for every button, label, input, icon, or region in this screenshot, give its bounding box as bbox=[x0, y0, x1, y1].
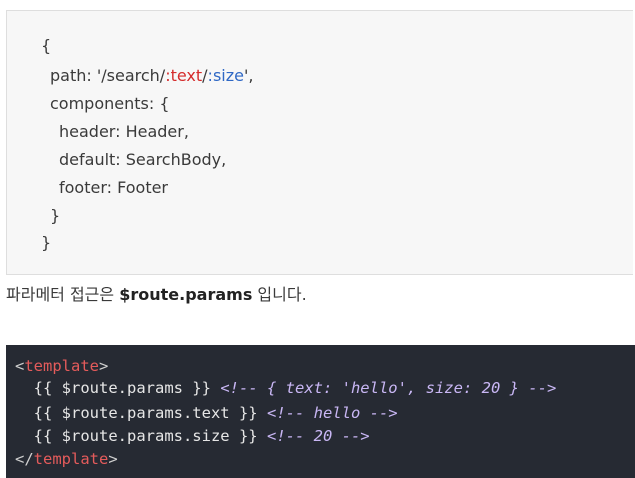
description-prefix: 파라메터 접근은 bbox=[6, 285, 120, 304]
description-text: 파라메터 접근은 $route.params 입니다. bbox=[6, 285, 307, 305]
code-comment: <!-- hello --> bbox=[266, 404, 398, 422]
description-suffix: 입니다. bbox=[252, 285, 307, 304]
tag-name: template bbox=[24, 357, 99, 375]
code-text: path: '/search/ bbox=[50, 66, 166, 85]
template-expression: {{ $route.params }} bbox=[33, 379, 211, 397]
template-expression: {{ $route.params.text }} bbox=[33, 404, 258, 422]
code-line: } bbox=[50, 206, 60, 226]
code-line: {{ $route.params.text }} <!-- hello --> bbox=[15, 402, 398, 424]
code-line: {{ $route.params.size }} <!-- 20 --> bbox=[15, 425, 370, 447]
code-text: header: Header, bbox=[59, 122, 189, 141]
code-line: footer: Footer bbox=[59, 178, 168, 198]
tag-name: template bbox=[33, 450, 109, 468]
code-line-open-tag: <template> bbox=[15, 357, 109, 375]
param-text: :text bbox=[165, 66, 203, 85]
code-text: default: SearchBody, bbox=[59, 150, 227, 169]
code-line: { bbox=[41, 36, 51, 56]
code-text: } bbox=[50, 206, 61, 225]
code-text: components: { bbox=[50, 94, 170, 113]
code-text: footer: Footer bbox=[59, 178, 169, 197]
code-line: {{ $route.params }} <!-- { text: 'hello'… bbox=[15, 377, 557, 399]
code-text: } bbox=[41, 233, 52, 252]
param-size: :size bbox=[207, 66, 244, 85]
route-config-block: { path: '/search/:text/:size', component… bbox=[6, 10, 633, 275]
code-line: } bbox=[41, 233, 51, 253]
code-line: header: Header, bbox=[59, 122, 189, 142]
code-comment: <!-- 20 --> bbox=[266, 427, 370, 445]
code-text: { bbox=[41, 36, 52, 55]
template-expression: {{ $route.params.size }} bbox=[33, 427, 258, 445]
code-comment: <!-- { text: 'hello', size: 20 } --> bbox=[220, 379, 557, 397]
code-line-close-tag: </template> bbox=[15, 450, 118, 468]
code-line: components: { bbox=[50, 94, 170, 114]
code-text: ', bbox=[243, 66, 254, 85]
code-line: default: SearchBody, bbox=[59, 150, 226, 170]
description-bold: $route.params bbox=[119, 285, 253, 304]
template-code-block: <template> {{ $route.params }} <!-- { te… bbox=[6, 345, 635, 478]
code-line-path: path: '/search/:text/:size', bbox=[50, 66, 253, 86]
